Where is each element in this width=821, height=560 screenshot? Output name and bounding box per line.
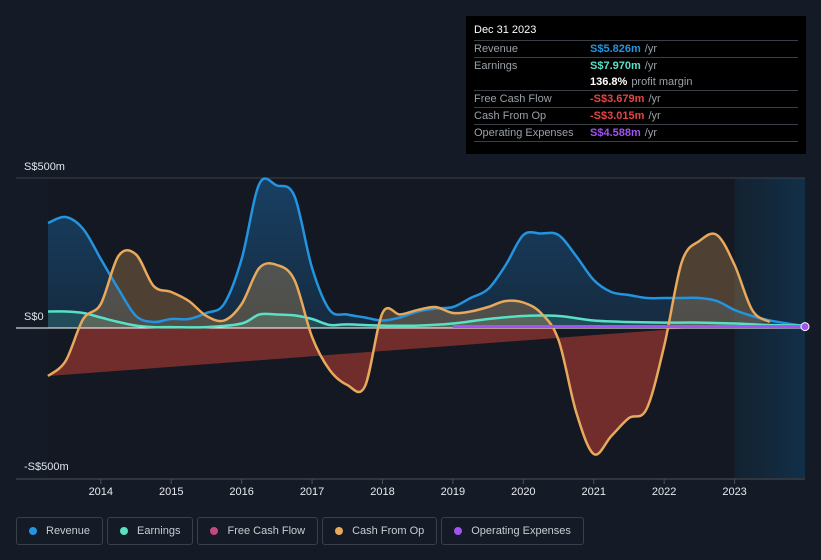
x-tick-label: 2015: [159, 486, 183, 498]
tooltip-row-unit: /yr: [644, 127, 657, 139]
legend-dot-icon: [454, 527, 463, 535]
tooltip-row-value: S$4.588m: [590, 127, 641, 139]
legend-label: Earnings: [137, 525, 181, 537]
x-tick-label: 2019: [441, 486, 465, 498]
tooltip-row-value: -S$3.679m: [590, 93, 645, 105]
y-tick-label: -S$500m: [24, 461, 69, 473]
tooltip-row: Operating Expenses S$4.588m/yr: [474, 125, 798, 142]
y-tick-label: S$0: [24, 311, 44, 323]
tooltip-row-label: Revenue: [474, 43, 519, 55]
tooltip-row-label: Free Cash Flow: [474, 93, 552, 105]
tooltip-row-unit: profit margin: [631, 76, 693, 88]
tooltip-row: Revenue S$5.826m/yr: [474, 41, 798, 58]
x-tick-label: 2017: [300, 486, 324, 498]
tooltip-row-unit: /yr: [644, 60, 657, 72]
tooltip-panel: Dec 31 2023 Revenue S$5.826m/yr Earnings S$…: [466, 16, 806, 154]
x-tick-label: 2021: [582, 486, 606, 498]
tooltip-row-label: [474, 74, 590, 90]
legend-dot-icon: [210, 527, 219, 535]
tooltip-row-label: Earnings: [474, 60, 518, 72]
tooltip-row-value: S$5.826m: [590, 43, 641, 55]
legend: Revenue Earnings Free Cash Flow Cash From O…: [16, 517, 584, 545]
legend-item-operating-expenses[interactable]: Operating Expenses: [441, 517, 584, 545]
legend-item-earnings[interactable]: Earnings: [107, 517, 194, 545]
end-marker: [800, 322, 810, 332]
tooltip-row-label: Operating Expenses: [474, 127, 574, 139]
legend-label: Operating Expenses: [471, 525, 571, 537]
legend-label: Revenue: [46, 525, 91, 537]
legend-label: Free Cash Flow: [227, 525, 306, 537]
legend-dot-icon: [120, 527, 129, 535]
x-tick-label: 2022: [652, 486, 676, 498]
tooltip-row-value: S$7.970m: [590, 60, 641, 72]
legend-item-revenue[interactable]: Revenue: [16, 517, 104, 545]
tooltip-row: Earnings S$7.970m/yr: [474, 58, 798, 74]
legend-item-free-cash-flow[interactable]: Free Cash Flow: [197, 517, 319, 545]
y-tick-label: S$500m: [24, 161, 65, 173]
tooltip-row: 136.8% profit margin: [474, 74, 798, 91]
tooltip-row: Free Cash Flow -S$3.679m/yr: [474, 91, 798, 108]
legend-dot-icon: [29, 527, 37, 535]
tooltip-row: Cash From Op -S$3.015m/yr: [474, 108, 798, 125]
x-tick-label: 2016: [229, 486, 253, 498]
tooltip-row-label: Cash From Op: [474, 110, 547, 122]
legend-dot-icon: [335, 527, 344, 535]
tooltip-row-unit: /yr: [648, 110, 661, 122]
x-tick-label: 2014: [89, 486, 113, 498]
legend-label: Cash From Op: [352, 525, 425, 537]
tooltip-row-value: -S$3.015m: [590, 110, 645, 122]
x-tick-label: 2020: [511, 486, 535, 498]
legend-item-cash-from-op[interactable]: Cash From Op: [322, 517, 438, 545]
tooltip-row-value: 136.8%: [590, 76, 628, 88]
tooltip-row-unit: /yr: [648, 93, 661, 105]
tooltip-row-unit: /yr: [644, 43, 657, 55]
x-tick-label: 2018: [370, 486, 394, 498]
x-tick-label: 2023: [722, 486, 746, 498]
tooltip-date: Dec 31 2023: [474, 22, 798, 41]
